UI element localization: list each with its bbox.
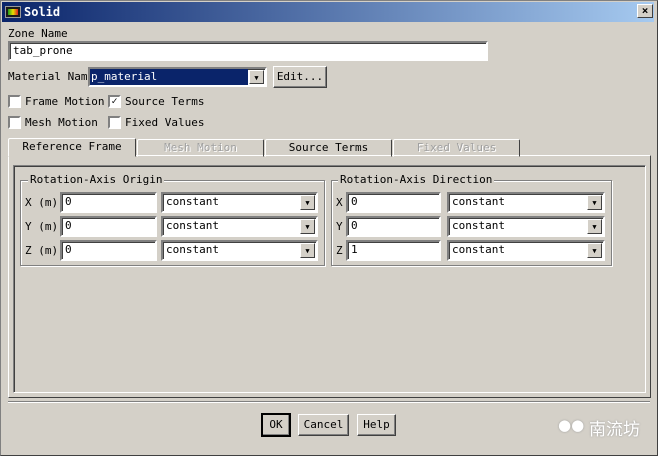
chevron-down-icon[interactable]: ▼	[587, 195, 602, 210]
origin-0-method-select[interactable]: constant ▼	[161, 192, 318, 213]
direction-2-label: Z	[336, 244, 343, 257]
chevron-down-icon[interactable]: ▼	[300, 195, 315, 210]
tab-reference-frame[interactable]: Reference Frame	[8, 138, 136, 157]
chevron-down-icon[interactable]: ▼	[300, 219, 315, 234]
origin-0-method-value: constant	[166, 195, 219, 208]
direction-0-label: X	[336, 196, 343, 209]
origin-0-label: X (m)	[25, 196, 59, 209]
origin-1-value-input[interactable]: 0	[60, 216, 157, 237]
wechat-icon: ●●	[558, 416, 585, 434]
zone-name-input[interactable]: tab_prone	[8, 41, 488, 61]
close-button[interactable]: ×	[637, 4, 653, 18]
direction-1-label: Y	[336, 220, 343, 233]
mesh-motion-checkbox[interactable]	[8, 116, 21, 129]
title-bar: Solid	[2, 2, 654, 22]
tab-mesh-motion[interactable]: Mesh Motion	[137, 139, 264, 157]
frame-motion-label: Frame Motion	[25, 95, 105, 108]
ok-button[interactable]: OK	[261, 413, 291, 437]
tab-fixed-values[interactable]: Fixed Values	[393, 139, 520, 157]
origin-2-method-select[interactable]: constant ▼	[161, 240, 318, 261]
zone-name-label: Zone Name	[8, 27, 68, 40]
direction-0-value-input[interactable]: 0	[346, 192, 441, 213]
material-name-label: Material Name	[8, 70, 95, 83]
direction-2-method-value: constant	[452, 243, 505, 256]
mesh-motion-label: Mesh Motion	[25, 116, 98, 129]
fluent-app-icon	[5, 6, 21, 18]
origin-0-value-input[interactable]: 0	[60, 192, 157, 213]
direction-1-method-value: constant	[452, 219, 505, 232]
help-button[interactable]: Help	[357, 414, 396, 436]
fixed-values-checkbox[interactable]	[108, 116, 121, 129]
tab-source-terms[interactable]: Source Terms	[265, 139, 392, 157]
direction-2-method-select[interactable]: constant ▼	[447, 240, 605, 261]
direction-0-method-select[interactable]: constant ▼	[447, 192, 605, 213]
origin-1-method-value: constant	[166, 219, 219, 232]
direction-1-method-select[interactable]: constant ▼	[447, 216, 605, 237]
chevron-down-icon[interactable]: ▼	[249, 70, 264, 84]
source-terms-checkbox[interactable]: ✓	[108, 95, 121, 108]
direction-0-method-value: constant	[452, 195, 505, 208]
chevron-down-icon[interactable]: ▼	[300, 243, 315, 258]
origin-2-method-value: constant	[166, 243, 219, 256]
direction-1-value-input[interactable]: 0	[346, 216, 441, 237]
chevron-down-icon[interactable]: ▼	[587, 219, 602, 234]
rotation-axis-direction-title: Rotation-Axis Direction	[338, 173, 495, 186]
origin-1-label: Y (m)	[25, 220, 59, 233]
material-select[interactable]: p_material ▼	[88, 67, 267, 87]
frame-motion-checkbox[interactable]	[8, 95, 21, 108]
edit-material-button[interactable]: Edit...	[273, 66, 327, 88]
direction-2-value-input[interactable]: 1	[346, 240, 441, 261]
separator	[8, 401, 650, 403]
material-selected-value: p_material	[90, 69, 248, 85]
watermark: 南流坊	[589, 420, 640, 440]
origin-2-value-input[interactable]: 0	[60, 240, 157, 261]
origin-1-method-select[interactable]: constant ▼	[161, 216, 318, 237]
rotation-axis-origin-title: Rotation-Axis Origin	[28, 173, 165, 186]
fixed-values-label: Fixed Values	[125, 116, 205, 129]
window-title: Solid	[24, 5, 61, 19]
chevron-down-icon[interactable]: ▼	[587, 243, 602, 258]
cancel-button[interactable]: Cancel	[298, 414, 349, 436]
source-terms-label: Source Terms	[125, 95, 205, 108]
origin-2-label: Z (m)	[25, 244, 59, 257]
